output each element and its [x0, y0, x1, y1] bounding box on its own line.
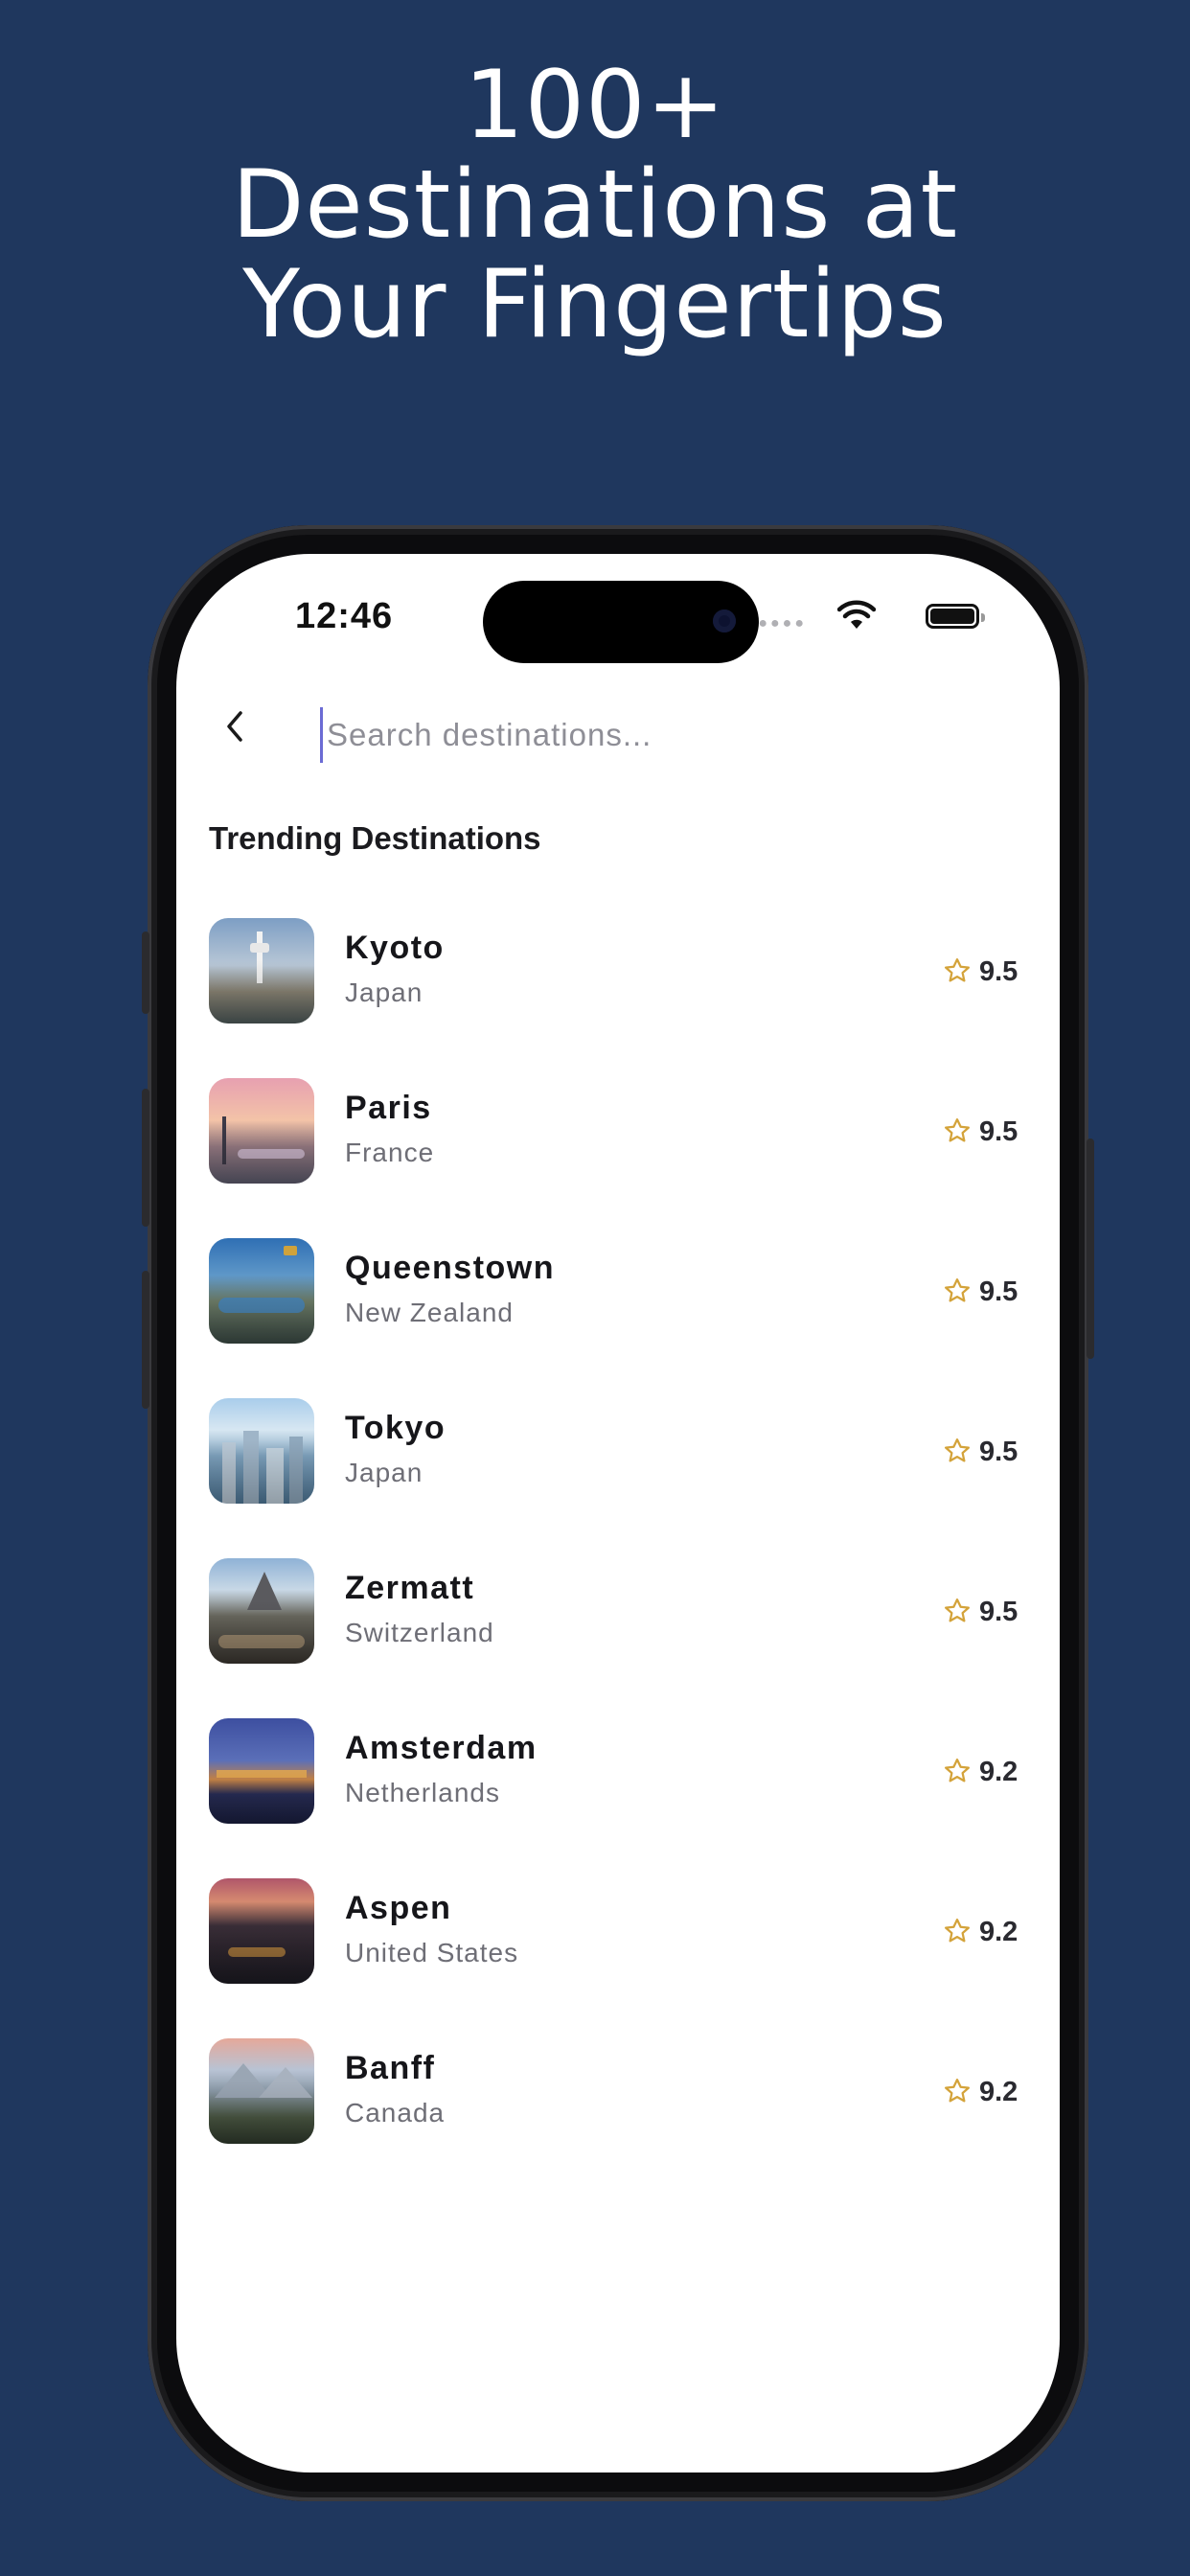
destination-name: Amsterdam [345, 1730, 538, 1766]
phone-frame: 12:46 ●●●● Trending Destinations [142, 525, 1094, 2501]
chevron-left-icon [227, 711, 242, 742]
dynamic-island [483, 581, 759, 663]
destination-country: Japan [345, 978, 423, 1007]
battery-icon [926, 604, 985, 629]
star-outline-icon [945, 2079, 970, 2103]
destination-item-amsterdam[interactable]: Amsterdam Netherlands 9.2 [176, 1718, 1060, 1824]
destination-country: Canada [345, 2098, 446, 2128]
destination-thumbnail [209, 1238, 314, 1344]
destination-country: Switzerland [345, 1618, 494, 1647]
app-screen: 12:46 ●●●● Trending Destinations [176, 554, 1060, 2472]
destination-country: Japan [345, 1458, 423, 1487]
star-outline-icon [945, 1438, 970, 1462]
headline: 100+ Destinations at Your Fingertips [0, 56, 1190, 355]
back-button[interactable] [211, 698, 259, 755]
status-time: 12:46 [295, 596, 394, 636]
destination-name: Aspen [345, 1890, 452, 1926]
rating: 9.5 [943, 1273, 1027, 1311]
destination-name: Paris [345, 1090, 432, 1126]
search-input[interactable] [320, 707, 999, 763]
destination-item-paris[interactable]: Paris France 9.5 [176, 1078, 1060, 1184]
destination-thumbnail [209, 1078, 314, 1184]
destination-item-tokyo[interactable]: Tokyo Japan 9.5 [176, 1398, 1060, 1504]
rating-value: 9.5 [979, 1276, 1018, 1307]
destination-country: United States [345, 1938, 519, 1967]
rating: 9.2 [943, 2073, 1027, 2111]
destination-thumbnail [209, 1718, 314, 1824]
destination-name: Zermatt [345, 1570, 475, 1606]
rating-value: 9.5 [979, 1437, 1018, 1467]
wifi-icon [837, 600, 876, 629]
rating: 9.2 [943, 1913, 1027, 1951]
destination-item-aspen[interactable]: Aspen United States 9.2 [176, 1878, 1060, 1984]
rating: 9.5 [943, 953, 1027, 991]
destination-name: Tokyo [345, 1410, 446, 1446]
destination-country: France [345, 1138, 435, 1167]
destination-thumbnail [209, 1878, 314, 1984]
destination-thumbnail [209, 918, 314, 1024]
destination-item-kyoto[interactable]: Kyoto Japan 9.5 [176, 918, 1060, 1024]
destination-country: Netherlands [345, 1778, 500, 1807]
volume-up-button [142, 1089, 149, 1227]
action-button [142, 932, 149, 1014]
star-outline-icon [945, 958, 970, 982]
rating: 9.5 [943, 1593, 1027, 1631]
rating-value: 9.2 [979, 2077, 1018, 2107]
headline-line-3: Your Fingertips [242, 250, 948, 359]
destination-thumbnail [209, 1558, 314, 1664]
front-camera-icon [713, 610, 736, 632]
rating-value: 9.5 [979, 1116, 1018, 1147]
star-outline-icon [945, 1919, 970, 1943]
volume-down-button [142, 1271, 149, 1409]
power-button [1087, 1138, 1094, 1359]
destination-item-zermatt[interactable]: Zermatt Switzerland 9.5 [176, 1558, 1060, 1664]
star-outline-icon [945, 1278, 970, 1302]
signal-dots-icon: ●●●● [758, 615, 807, 632]
rating-value: 9.2 [979, 1917, 1018, 1947]
rating-value: 9.2 [979, 1757, 1018, 1787]
destination-name: Kyoto [345, 930, 445, 966]
rating: 9.5 [943, 1113, 1027, 1151]
destination-item-banff[interactable]: Banff Canada 9.2 [176, 2038, 1060, 2144]
rating: 9.5 [943, 1433, 1027, 1471]
rating-value: 9.5 [979, 956, 1018, 987]
destination-item-queenstown[interactable]: Queenstown New Zealand 9.5 [176, 1238, 1060, 1344]
rating-value: 9.5 [979, 1597, 1018, 1627]
headline-line-2: Destinations at [231, 150, 959, 260]
destination-country: New Zealand [345, 1298, 514, 1327]
star-outline-icon [945, 1118, 970, 1142]
section-title: Trending Destinations [209, 820, 541, 856]
destination-thumbnail [209, 2038, 314, 2144]
destination-thumbnail [209, 1398, 314, 1504]
destination-name: Banff [345, 2050, 436, 2086]
star-outline-icon [945, 1598, 970, 1622]
rating: 9.2 [943, 1753, 1027, 1791]
star-outline-icon [945, 1759, 970, 1782]
destination-name: Queenstown [345, 1250, 556, 1286]
headline-line-1: 100+ [464, 51, 726, 160]
